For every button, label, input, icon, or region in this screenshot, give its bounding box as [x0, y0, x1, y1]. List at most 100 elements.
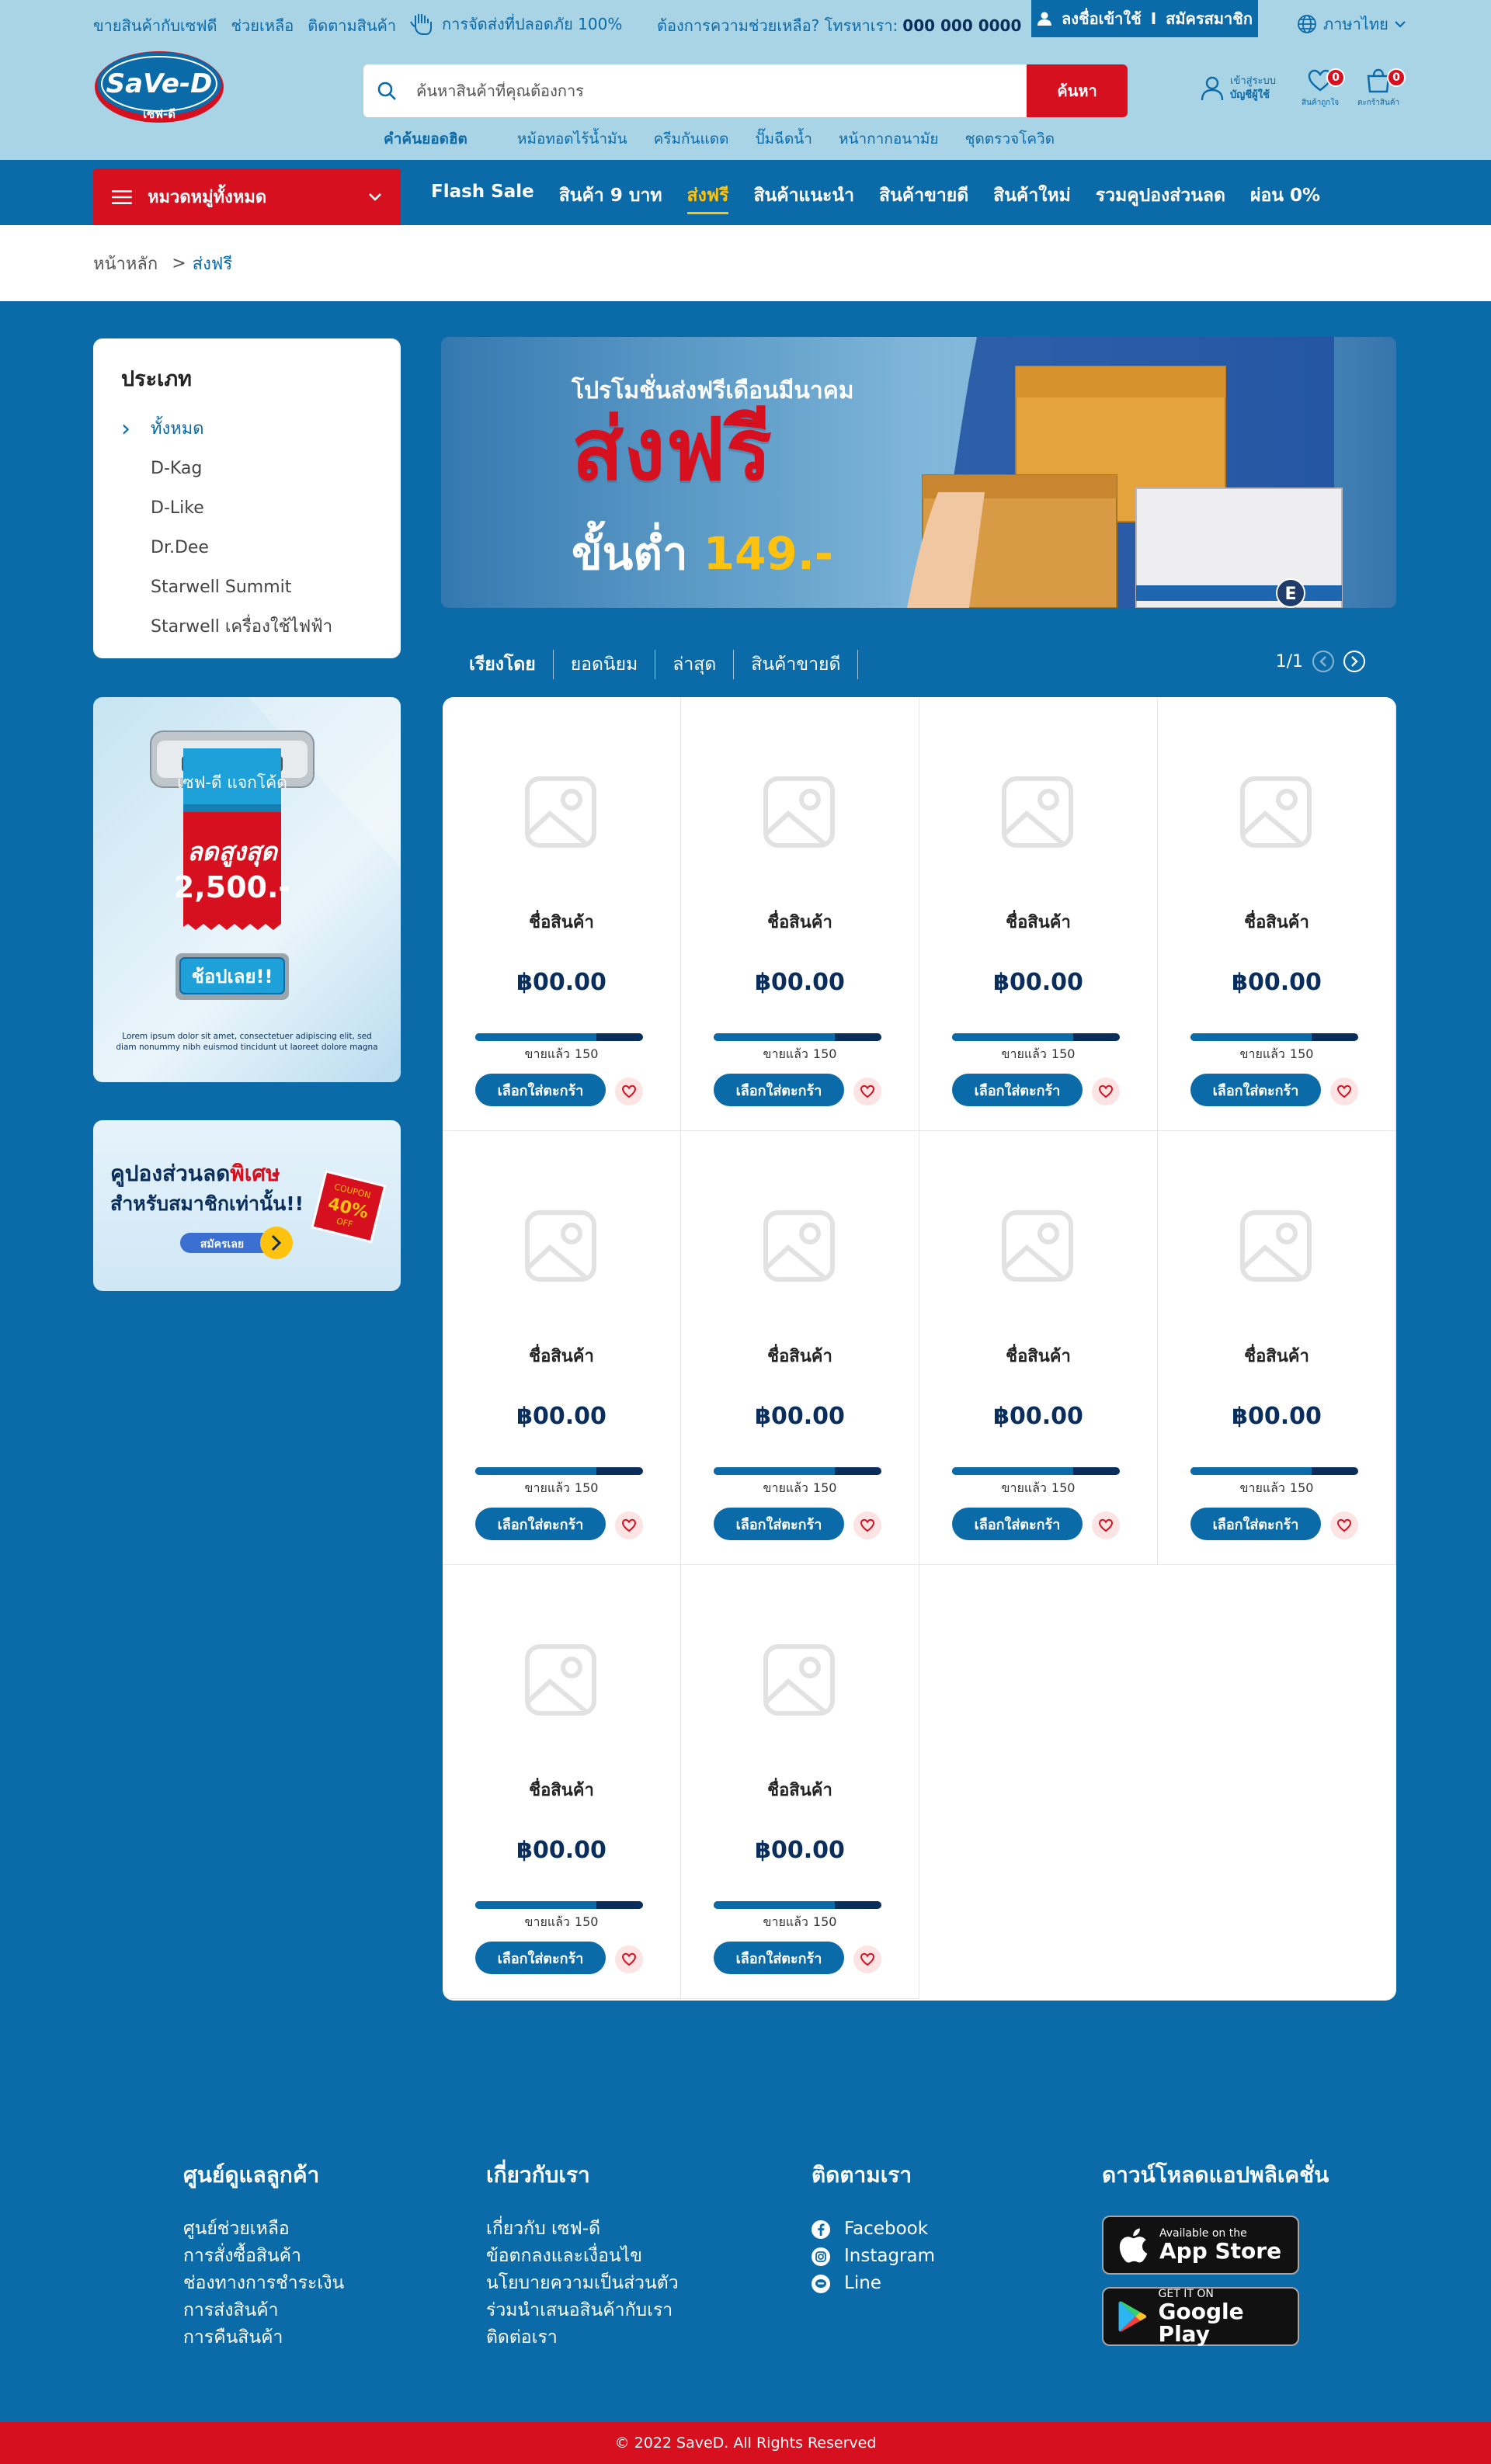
app-store-button[interactable]: Available on the App Store	[1102, 2216, 1299, 2275]
add-to-cart-button[interactable]: เลือกใส่ตะกร้า	[1190, 1508, 1321, 1540]
nav-item-new-products[interactable]: สินค้าใหม่	[993, 182, 1071, 214]
language-selector[interactable]: ภาษาไทย	[1297, 12, 1406, 36]
next-page-button[interactable]	[1343, 651, 1365, 672]
add-to-wishlist-button[interactable]	[853, 1945, 881, 1973]
nav-item-free-shipping[interactable]: ส่งฟรี	[686, 182, 729, 214]
prev-page-button[interactable]	[1312, 651, 1334, 672]
add-to-wishlist-button[interactable]	[853, 1078, 881, 1105]
product-name[interactable]: ชื่อสินค้า	[1158, 908, 1395, 935]
footer-link[interactable]: ศูนย์ช่วยเหลือ	[183, 2216, 344, 2243]
nav-item-installment[interactable]: ผ่อน 0%	[1250, 182, 1320, 214]
product-name[interactable]: ชื่อสินค้า	[443, 1342, 680, 1369]
wishlist-button[interactable]: 0 สินค้าถูกใจ	[1302, 68, 1346, 109]
add-to-wishlist-button[interactable]	[1330, 1078, 1358, 1105]
footer-link[interactable]: การคืนสินค้า	[183, 2324, 344, 2351]
phone-number[interactable]: 000 000 0000	[902, 16, 1021, 35]
login-link[interactable]: ลงชื่อเข้าใช้	[1062, 6, 1142, 31]
product-name[interactable]: ชื่อสินค้า	[443, 908, 680, 935]
product-card[interactable]: ชื่อสินค้า ฿00.00 ขายแล้ว 150 เลือกใส่ตะก…	[443, 1565, 681, 1999]
category-filter-item[interactable]: D-Like	[121, 488, 373, 528]
hot-keyword[interactable]: หน้ากากอนามัย	[839, 127, 939, 151]
line-link[interactable]: Line	[812, 2270, 935, 2297]
add-to-cart-button[interactable]: เลือกใส่ตะกร้า	[1190, 1074, 1321, 1106]
product-name[interactable]: ชื่อสินค้า	[681, 908, 919, 935]
product-name[interactable]: ชื่อสินค้า	[1158, 1342, 1395, 1369]
product-card[interactable]: ชื่อสินค้า ฿00.00 ขายแล้ว 150 เลือกใส่ตะก…	[1158, 1131, 1396, 1565]
add-to-wishlist-button[interactable]	[615, 1511, 643, 1539]
footer-link[interactable]: นโยบายความเป็นส่วนตัว	[486, 2270, 679, 2297]
footer-link[interactable]: ติดต่อเรา	[486, 2324, 679, 2351]
product-name[interactable]: ชื่อสินค้า	[681, 1776, 919, 1803]
nav-item-recommended[interactable]: สินค้าแนะนำ	[753, 182, 854, 214]
track-order-link[interactable]: ติดตามสินค้า	[308, 13, 396, 38]
sort-option-popular[interactable]: ยอดนิยม	[554, 650, 656, 679]
product-name[interactable]: ชื่อสินค้า	[443, 1776, 680, 1803]
member-coupon-banner[interactable]: คูปองส่วนลดพิเศษ สำหรับสมาชิกเท่านั้น!! …	[93, 1120, 401, 1291]
add-to-wishlist-button[interactable]	[1330, 1511, 1358, 1539]
product-card[interactable]: ชื่อสินค้า ฿00.00 ขายแล้ว 150 เลือกใส่ตะก…	[681, 1131, 919, 1565]
product-card[interactable]: ชื่อสินค้า ฿00.00 ขายแล้ว 150 เลือกใส่ตะก…	[919, 1131, 1158, 1565]
search-input[interactable]	[410, 82, 1027, 100]
nav-item-flash-sale[interactable]: Flash Sale	[431, 182, 534, 214]
add-to-cart-button[interactable]: เลือกใส่ตะกร้า	[714, 1942, 844, 1974]
sort-option-latest[interactable]: ล่าสุด	[655, 650, 735, 679]
google-play-button[interactable]: GET IT ON Google Play	[1102, 2287, 1299, 2346]
register-link[interactable]: สมัครสมาชิก	[1166, 6, 1253, 31]
breadcrumb-home[interactable]: หน้าหลัก	[93, 250, 158, 277]
add-to-cart-button[interactable]: เลือกใส่ตะกร้า	[475, 1508, 606, 1540]
nav-item-coupons[interactable]: รวมคูปองส่วนลด	[1096, 182, 1225, 214]
footer-link[interactable]: ช่องทางการชำระเงิน	[183, 2270, 344, 2297]
sell-with-us-link[interactable]: ขายสินค้ากับเซฟดี	[93, 13, 217, 38]
product-card[interactable]: ชื่อสินค้า ฿00.00 ขายแล้ว 150 เลือกใส่ตะก…	[443, 697, 681, 1131]
chevron-down-icon	[1395, 21, 1406, 28]
add-to-wishlist-button[interactable]	[853, 1511, 881, 1539]
add-to-wishlist-button[interactable]	[615, 1945, 643, 1973]
sort-option-best-selling[interactable]: สินค้าขายดี	[734, 650, 859, 679]
promo-code-banner[interactable]: เซฟ-ดี แจกโค้ด ลดสูงสุด 2,500.- ช้อปเลย!…	[93, 697, 401, 1082]
free-shipping-banner[interactable]: E โปรโมชั่นส่งฟรีเดือนมีนาคม ส่งฟรี ขั้น…	[441, 337, 1396, 608]
add-to-cart-button[interactable]: เลือกใส่ตะกร้า	[952, 1074, 1083, 1106]
category-filter-item[interactable]: Starwell Summit	[121, 567, 373, 607]
add-to-cart-button[interactable]: เลือกใส่ตะกร้า	[714, 1074, 844, 1106]
category-filter-item[interactable]: Dr.Dee	[121, 528, 373, 567]
shop-now-button[interactable]: ช้อปเลย!!	[192, 966, 273, 987]
product-name[interactable]: ชื่อสินค้า	[681, 1342, 919, 1369]
all-categories-button[interactable]: หมวดหมู่ทั้งหมด	[93, 168, 401, 225]
hot-keyword[interactable]: ปั๊มฉีดน้ำ	[755, 127, 812, 151]
product-name[interactable]: ชื่อสินค้า	[919, 1342, 1157, 1369]
search-button[interactable]: ค้นหา	[1027, 64, 1128, 117]
footer-link[interactable]: การสั่งซื้อสินค้า	[183, 2243, 344, 2270]
product-card[interactable]: ชื่อสินค้า ฿00.00 ขายแล้ว 150 เลือกใส่ตะก…	[1158, 697, 1396, 1131]
help-link[interactable]: ช่วยเหลือ	[231, 13, 294, 38]
nav-item-9-baht[interactable]: สินค้า 9 บาท	[559, 182, 662, 214]
product-card[interactable]: ชื่อสินค้า ฿00.00 ขายแล้ว 150 เลือกใส่ตะก…	[919, 697, 1158, 1131]
footer-link[interactable]: ร่วมนำเสนอสินค้ากับเรา	[486, 2297, 679, 2324]
add-to-wishlist-button[interactable]	[615, 1078, 643, 1105]
account-button[interactable]: เข้าสู่ระบบ บัญชีผู้ใช้	[1201, 75, 1276, 102]
nav-item-best-sellers[interactable]: สินค้าขายดี	[879, 182, 968, 214]
instagram-link[interactable]: Instagram	[812, 2243, 935, 2270]
add-to-cart-button[interactable]: เลือกใส่ตะกร้า	[475, 1942, 606, 1974]
hot-keyword[interactable]: ชุดตรวจโควิด	[965, 127, 1055, 151]
category-filter-item[interactable]: D-Kag	[121, 449, 373, 488]
facebook-link[interactable]: Facebook	[812, 2216, 935, 2243]
category-filter-item[interactable]: ทั้งหมด	[121, 409, 373, 449]
footer-link[interactable]: เกี่ยวกับ เซฟ-ดี	[486, 2216, 679, 2243]
hot-keyword[interactable]: ครีมกันแดด	[654, 127, 729, 151]
member-signup-button[interactable]: สมัครเลย	[200, 1238, 244, 1251]
category-filter-item[interactable]: Starwell เครื่องใช้ไฟฟ้า	[121, 607, 373, 647]
footer-link[interactable]: การส่งสินค้า	[183, 2297, 344, 2324]
add-to-cart-button[interactable]: เลือกใส่ตะกร้า	[475, 1074, 606, 1106]
product-card[interactable]: ชื่อสินค้า ฿00.00 ขายแล้ว 150 เลือกใส่ตะก…	[681, 1565, 919, 1999]
add-to-cart-button[interactable]: เลือกใส่ตะกร้า	[714, 1508, 844, 1540]
footer-link[interactable]: ข้อตกลงและเงื่อนไข	[486, 2243, 679, 2270]
add-to-wishlist-button[interactable]	[1092, 1511, 1120, 1539]
cart-button[interactable]: 0 ตะกร้าสินค้า	[1357, 68, 1406, 109]
site-logo[interactable]: SaVe-D เซฟ-ดี	[93, 50, 225, 124]
add-to-wishlist-button[interactable]	[1092, 1078, 1120, 1105]
add-to-cart-button[interactable]: เลือกใส่ตะกร้า	[952, 1508, 1083, 1540]
product-card[interactable]: ชื่อสินค้า ฿00.00 ขายแล้ว 150 เลือกใส่ตะก…	[443, 1131, 681, 1565]
hot-keyword[interactable]: หม้อทอดไร้น้ำมัน	[517, 127, 627, 151]
product-name[interactable]: ชื่อสินค้า	[919, 908, 1157, 935]
product-card[interactable]: ชื่อสินค้า ฿00.00 ขายแล้ว 150 เลือกใส่ตะก…	[681, 697, 919, 1131]
